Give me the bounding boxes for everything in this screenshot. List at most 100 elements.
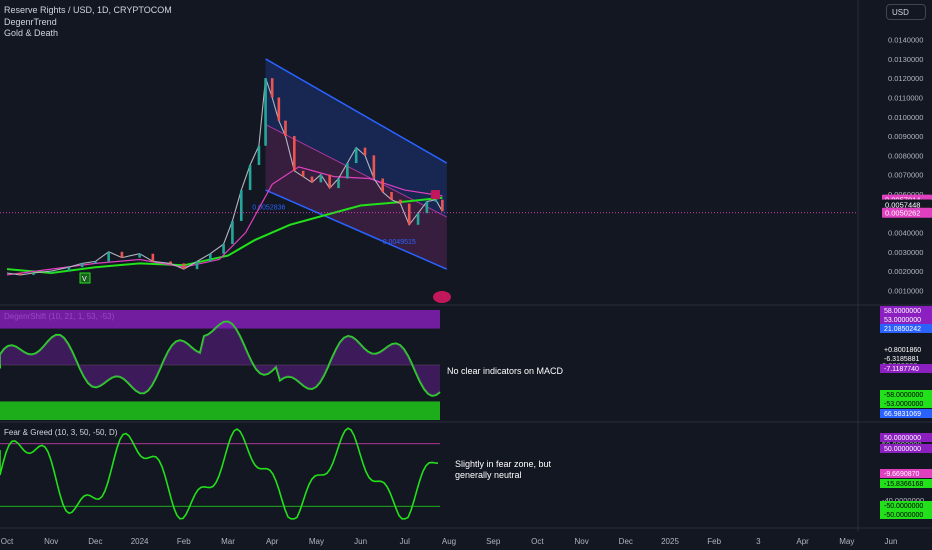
price-axis-tick: 0.0110000 [888,94,923,103]
degenrshift-level-label: -7.1187740 [884,366,919,373]
time-axis-tick: 2024 [131,537,149,546]
price-candle [94,261,97,264]
fear-greed-level-label: 50.0000000 [884,435,921,442]
fear-greed-level-label: -15.8366168 [884,481,923,488]
price-candle [270,78,274,98]
price-candle [319,174,323,183]
price-candle [441,199,444,212]
degenrshift-level-label: 66.9831069 [884,411,921,418]
degenrshift-level-label: 58.0000000 [884,308,921,315]
price-axis-tick: 0.0130000 [888,55,923,64]
time-axis-tick: Feb [707,537,721,546]
degenrshift-level-label: -6.3185881 [884,356,920,363]
time-axis-tick: Jul [400,537,410,546]
time-axis-tick: 3 [756,537,761,546]
time-axis-tick: Oct [531,537,544,546]
price-candle [310,176,314,183]
price-axis-tick: 0.0080000 [888,151,923,160]
price-candle [363,147,367,156]
price-axis-tick: 0.0020000 [888,267,923,276]
degenrshift-level-label: 53.0000000 [884,317,921,324]
price-candle [169,261,172,264]
price-candle [151,253,155,262]
price-candle [328,174,331,189]
price-candle [264,78,267,146]
price-candle [231,220,234,245]
sell-signal-marker [431,190,440,200]
price-axis-tick: 0.0120000 [888,74,923,83]
fear-greed-line [0,427,439,520]
time-axis-tick: Aug [442,537,456,546]
time-axis-tick: Sep [486,537,501,546]
price-candle [407,203,411,225]
price-candle [239,190,243,221]
price-candle [346,163,349,179]
time-axis-tick: Apr [266,537,279,546]
price-candle [49,271,53,273]
price-candle [67,267,71,272]
fear-greed-level-label: -50.0000000 [884,503,923,510]
price-axis-tick: 0.0140000 [888,36,923,45]
price-axis-tick: 0.0070000 [888,171,923,180]
price-candle [277,97,281,121]
price-candle [381,178,384,192]
price-candle [284,120,287,137]
channel-label-2: 0.0049515 [383,239,416,246]
price-axis-tick: 0.0040000 [888,229,923,238]
price-candle [434,199,438,202]
price-candle [182,263,186,270]
price-candle [120,251,124,258]
price-candle [301,170,305,177]
price-candle [293,136,296,171]
price-candle [390,192,393,200]
price-candle [222,244,225,254]
price-candle [138,253,141,258]
fear-greed-level-label: 50.0000000 [884,446,921,453]
time-axis-tick: 2025 [661,537,679,546]
price-candle [354,147,358,164]
degenrshift-level-label: -58.0000000 [884,392,923,399]
fear-greed-level-label: -50.0000000 [884,512,923,519]
price-candle [248,165,252,191]
price-candle [195,261,199,270]
time-axis-tick: May [839,537,854,546]
price-candle [107,251,110,262]
price-axis-tick: 0.0100000 [888,113,923,122]
time-axis-tick: May [309,537,324,546]
price-candle [80,263,84,268]
price-candle [18,273,22,275]
fear-greed-level-label: -9.6690870 [884,471,920,478]
price-candle [32,273,35,275]
oversold-zone [0,401,440,420]
degenrshift-fill [0,321,440,396]
price-axis-tick: 0.0090000 [888,132,923,141]
price-axis-tick: 0.0010000 [888,286,923,295]
price-candle [337,178,340,189]
price-candle [372,155,376,179]
buy-signal-letter: V [82,276,87,283]
fear-greed-title: Fear & Greed (10, 3, 50, -50, D) [4,428,118,437]
price-candle [257,145,261,165]
time-axis-tick: Nov [44,537,58,546]
price-axis-tick: 0.0030000 [888,248,923,257]
fear-greed-annotation-line1: Slightly in fear zone, but [455,459,552,469]
time-axis-tick: Apr [796,537,809,546]
degenrshift-level-label: 21.0850242 [884,326,921,333]
price-candle [399,199,402,204]
price-candle [425,201,429,214]
time-axis-tick: Jun [885,537,898,546]
flag-icon [433,291,451,303]
time-axis-tick: Mar [221,537,235,546]
fear-greed-annotation-line2: generally neutral [455,470,522,480]
time-axis-tick: Dec [88,537,102,546]
macd-annotation: No clear indicators on MACD [447,366,564,376]
degenrshift-level-label: -53.0000000 [884,401,923,408]
price-candle [416,213,420,225]
degenrshift-level-label: +0.8001860 [884,347,921,354]
time-axis-tick: Nov [574,537,588,546]
time-axis-tick: Jun [354,537,367,546]
time-axis-tick: Feb [177,537,191,546]
time-axis-tick: Oct [1,537,14,546]
time-axis-tick: Dec [619,537,633,546]
price-candle [209,253,212,262]
